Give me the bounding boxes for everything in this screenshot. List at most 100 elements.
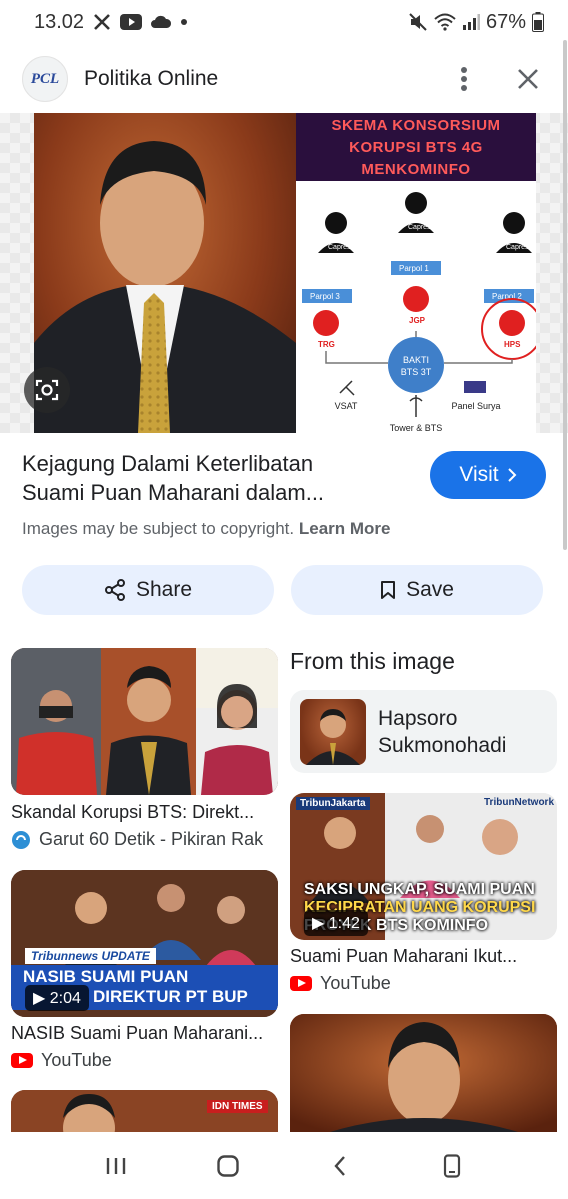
label-bakti: BAKTI <box>403 355 429 365</box>
youtube-icon <box>11 1053 33 1068</box>
more-options-button[interactable] <box>446 61 482 97</box>
site-logo-text: PCL <box>30 70 60 87</box>
home-icon <box>217 1154 239 1177</box>
result-card-2-brand: Tribunnews UPDATE <box>25 948 156 964</box>
visit-label: Visit <box>459 463 499 486</box>
result-card-2-duration: ▶ 2:04 <box>25 985 89 1011</box>
label-tower: Tower & BTS <box>390 423 443 433</box>
learn-more-link[interactable]: Learn More <box>299 519 391 538</box>
label-bts3t: BTS 3T <box>401 367 432 377</box>
save-button[interactable]: Save <box>291 565 543 615</box>
diagram-graphic: Capres Capres Capres Parpol 3 Parpol 1 P… <box>302 192 536 433</box>
preview-image[interactable]: SKEMA KONSORSIUM KORUPSI BTS 4G MENKOMIN… <box>34 113 536 433</box>
result-card-2-image[interactable]: Tribunnews UPDATE NASIB SUAMI PUAN DIREK… <box>11 870 278 1017</box>
youtube-icon <box>290 976 312 991</box>
result-card-5-image[interactable] <box>290 1014 557 1132</box>
save-label: Save <box>406 578 454 601</box>
site-logo: PCL <box>22 56 68 102</box>
result-card-3-source-text: YouTube <box>320 973 391 993</box>
signal-icon <box>462 13 480 31</box>
share-label: Share <box>135 578 193 601</box>
entity-name-line-1: Hapsoro <box>378 706 458 730</box>
diagram-title-line-1: SKEMA KONSORSIUM <box>331 117 501 134</box>
result-card-3-image[interactable]: TribunJakarta TribunNetwork SAKSI UNGKAP… <box>290 793 557 940</box>
mute-icon <box>408 12 428 32</box>
diagram-title: SKEMA KONSORSIUM KORUPSI BTS 4G MENKOMIN… <box>296 113 536 181</box>
label-vsat: VSAT <box>335 401 358 411</box>
result-card-2-source-text: YouTube <box>41 1050 112 1070</box>
result-card-3-duration: ▶ 1:42 <box>304 910 368 936</box>
recent-apps-icon <box>106 1157 126 1174</box>
result-card-3-brand-left: TribunJakarta <box>296 797 370 810</box>
close-button[interactable] <box>510 61 546 97</box>
result-card-1-source-text: Garut 60 Detik - Pikiran Rak <box>39 829 264 849</box>
lens-camera-icon <box>35 379 59 401</box>
entity-name: Hapsoro Sukmonohadi <box>378 705 506 759</box>
entity-name-line-2: Sukmonohadi <box>378 733 507 757</box>
result-card-3-duration-text: 1:42 <box>328 915 360 932</box>
result-card-4-brand: IDN TIMES <box>207 1100 268 1113</box>
site-name: Politika Online <box>84 67 219 90</box>
label-hps: HPS <box>504 340 521 349</box>
result-title-line-2: Suami Puan Maharani dalam... <box>22 480 325 505</box>
label-parpol1: Parpol 1 <box>399 264 429 273</box>
app-header: PCL Politika Online <box>0 50 568 108</box>
result-card-3-source: YouTube <box>290 973 557 994</box>
entity-chip[interactable]: Hapsoro Sukmonohadi <box>290 690 557 773</box>
scheme-diagram: SKEMA KONSORSIUM KORUPSI BTS 4G MENKOMIN… <box>296 113 536 433</box>
diagram-title-line-3: MENKOMINFO <box>361 161 471 178</box>
youtube-notification-icon <box>120 14 143 30</box>
status-bar: 13.02 67% <box>0 0 568 44</box>
label-trg: TRG <box>318 340 335 349</box>
status-time: 13.02 <box>34 10 85 33</box>
result-card-2-title[interactable]: NASIB Suami Puan Maharani... <box>11 1023 278 1044</box>
chevron-right-icon <box>507 468 517 482</box>
result-title-line-1: Kejagung Dalami Keterlibatan <box>22 451 314 476</box>
play-icon: ▶ <box>33 990 46 1007</box>
home-button[interactable] <box>210 1148 246 1184</box>
system-nav-bar <box>0 1132 568 1199</box>
label-jgp: JGP <box>409 316 426 325</box>
phone-rotate-icon <box>443 1153 461 1178</box>
result-card-2-source: YouTube <box>11 1050 281 1071</box>
result-card-2-caption-line-1: NASIB SUAMI PUAN <box>23 967 189 986</box>
copyright-text: Images may be subject to copyright. <box>22 519 295 538</box>
result-card-1-title[interactable]: Skandal Korupsi BTS: Direkt... <box>11 802 278 823</box>
google-lens-button[interactable] <box>24 367 70 413</box>
preview-image-area: SKEMA KONSORSIUM KORUPSI BTS 4G MENKOMIN… <box>0 113 568 433</box>
scrollbar-thumb[interactable] <box>563 40 567 550</box>
screen-keyboard-button[interactable] <box>434 1148 470 1184</box>
close-icon <box>518 69 538 89</box>
label-capres-left: Capres <box>328 244 351 251</box>
back-button[interactable] <box>322 1148 358 1184</box>
garut-site-icon <box>12 830 30 849</box>
dot-icon <box>180 18 188 26</box>
result-card-3-caption-line-1: SAKSI UNGKAP, SUAMI PUAN <box>304 881 535 898</box>
result-card-2-duration-text: 2:04 <box>49 990 81 1007</box>
recent-apps-button[interactable] <box>98 1148 134 1184</box>
x-app-icon <box>92 12 112 32</box>
battery-icon <box>532 12 544 32</box>
bookmark-icon <box>381 581 396 599</box>
copyright-notice: Images may be subject to copyright. Lear… <box>22 519 391 539</box>
result-card-4-image[interactable]: IDN TIMES <box>11 1090 278 1132</box>
from-this-image-heading: From this image <box>290 648 455 674</box>
result-card-3-title[interactable]: Suami Puan Maharani Ikut... <box>290 946 557 967</box>
label-capres-right: Capres <box>506 244 529 251</box>
share-button[interactable]: Share <box>22 565 274 615</box>
result-card-1-image[interactable] <box>11 648 278 795</box>
visit-button[interactable]: Visit <box>430 451 546 499</box>
result-card-1-source: Garut 60 Detik - Pikiran Rak <box>11 829 281 850</box>
portrait-photo <box>34 113 296 433</box>
wifi-icon <box>434 13 456 31</box>
label-parpol3: Parpol 3 <box>310 292 340 301</box>
diagram-title-line-2: KORUPSI BTS 4G <box>349 139 483 156</box>
entity-thumbnail <box>300 698 366 765</box>
battery-percent: 67% <box>485 10 526 33</box>
play-icon: ▶ <box>312 915 325 932</box>
result-title[interactable]: Kejagung Dalami Keterlibatan Suami Puan … <box>22 449 392 507</box>
back-icon <box>334 1155 345 1176</box>
share-icon <box>104 579 125 601</box>
label-capres-mid: Capres <box>408 224 431 231</box>
label-panel: Panel Surya <box>451 401 500 411</box>
